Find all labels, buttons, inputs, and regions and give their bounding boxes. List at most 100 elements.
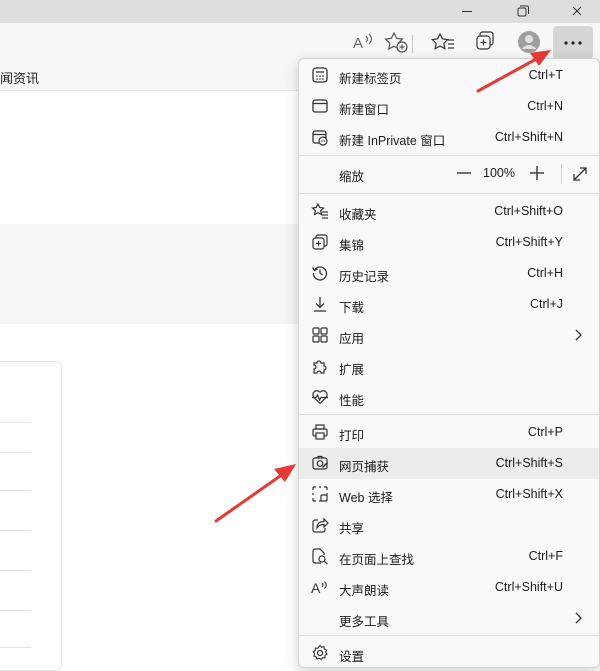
profile-icon: [518, 31, 540, 53]
more-icon: [564, 41, 582, 45]
menu-item-shortcut: Ctrl+J: [530, 297, 563, 311]
favorites-icon: [311, 202, 328, 219]
card-divider: [0, 610, 31, 611]
restore-button[interactable]: [500, 0, 546, 23]
print-icon: [312, 424, 328, 440]
more-button[interactable]: [553, 26, 593, 59]
menu-item-print[interactable]: 打印 Ctrl+P: [299, 417, 599, 448]
menu-item-favorites[interactable]: 收藏夹 Ctrl+Shift+O: [299, 196, 599, 227]
menu-item-extensions[interactable]: 扩展: [299, 351, 599, 382]
extensions-icon: [313, 360, 327, 374]
svg-text:A: A: [311, 580, 321, 596]
menu-item-label: 新建 InPrivate 窗口: [339, 134, 446, 148]
apps-icon: [312, 327, 328, 343]
settings-icon: [312, 644, 328, 661]
menu-item-label: 共享: [339, 522, 365, 536]
card-divider: [0, 530, 31, 531]
menu-item-new-window[interactable]: 新建窗口 Ctrl+N: [299, 91, 599, 122]
menu-separator: [299, 155, 599, 156]
zoom-value: 100%: [483, 166, 515, 180]
menu-item-shortcut: Ctrl+P: [527, 425, 563, 439]
new-window-icon: [312, 99, 328, 113]
menu-item-shortcut: Ctrl+T: [528, 68, 563, 82]
card-divider: [0, 647, 31, 648]
menu-item-label: 新建标签页: [339, 72, 402, 86]
read-aloud-icon: A: [311, 580, 327, 596]
add-favorite-icon: [384, 31, 408, 53]
menu-separator: [299, 193, 599, 194]
add-favorite-button[interactable]: [380, 27, 414, 57]
menu-item-zoom: 缩放 100%: [299, 158, 599, 189]
card-divider: [0, 452, 31, 453]
favorites-button[interactable]: [427, 27, 461, 57]
minimize-icon: [462, 11, 472, 12]
collections-icon: [312, 234, 328, 250]
menu-item-settings[interactable]: 设置: [299, 638, 599, 669]
menu-item-web-capture[interactable]: 网页捕获 Ctrl+Shift+S: [299, 448, 599, 479]
restore-icon: [517, 5, 529, 17]
menu-item-shortcut: Ctrl+Shift+X: [495, 487, 563, 501]
menu-item-find[interactable]: 在页面上查找 Ctrl+F: [299, 541, 599, 572]
menu-separator: [299, 635, 599, 636]
menu-item-label: 收藏夹: [339, 208, 377, 222]
menu-item-label: 新建窗口: [339, 103, 390, 117]
menu-item-shortcut: Ctrl+Shift+U: [494, 580, 563, 594]
menu-item-performance[interactable]: 性能: [299, 382, 599, 413]
menu-item-label: 性能: [339, 394, 365, 408]
fullscreen-icon[interactable]: [569, 163, 591, 185]
menu-item-read-aloud[interactable]: A 大声朗读 Ctrl+Shift+U: [299, 572, 599, 603]
browser-toolbar: A: [0, 23, 600, 61]
menu-item-label: 打印: [339, 429, 365, 443]
menu-item-share[interactable]: 共享: [299, 510, 599, 541]
menu-item-label: 扩展: [339, 363, 365, 377]
zoom-in-icon[interactable]: [526, 162, 548, 184]
menu-item-shortcut: Ctrl+Shift+O: [494, 204, 563, 218]
web-select-icon: [312, 486, 328, 502]
download-icon: [314, 297, 326, 312]
menu-separator: [299, 414, 599, 415]
settings-and-more-menu: 新建标签页 Ctrl+T 新建窗口 Ctrl+N 新建 InPrivate 窗口…: [298, 58, 600, 668]
menu-item-apps[interactable]: 应用: [299, 320, 599, 351]
favorites-bar-item[interactable]: 闻资讯: [0, 68, 39, 87]
new-tab-icon: [312, 67, 328, 83]
menu-item-label: 更多工具: [339, 615, 390, 629]
page-card: [0, 361, 62, 671]
menu-item-web-select[interactable]: Web 选择 Ctrl+Shift+X: [299, 479, 599, 510]
menu-item-history[interactable]: 历史记录 Ctrl+H: [299, 258, 599, 289]
history-icon: [311, 266, 328, 281]
menu-item-label: 下载: [339, 301, 365, 315]
menu-item-shortcut: Ctrl+Shift+S: [495, 456, 563, 470]
collections-button[interactable]: [468, 27, 502, 57]
chevron-right-icon: [575, 612, 582, 624]
menu-item-new-inprivate[interactable]: 新建 InPrivate 窗口 Ctrl+Shift+N: [299, 122, 599, 153]
favorites-icon: [431, 32, 454, 50]
zoom-divider: [561, 164, 562, 184]
profile-button[interactable]: [512, 27, 546, 57]
close-button[interactable]: [554, 0, 600, 23]
collections-icon: [476, 31, 494, 50]
read-aloud-icon: A: [353, 33, 373, 52]
svg-text:A: A: [353, 35, 363, 52]
toolbar-divider: [412, 35, 413, 53]
menu-item-more-tools[interactable]: 更多工具: [299, 603, 599, 634]
web-capture-icon: [312, 455, 328, 470]
menu-item-shortcut: Ctrl+H: [527, 266, 563, 280]
menu-item-shortcut: Ctrl+F: [528, 549, 563, 563]
card-divider: [0, 422, 31, 423]
chevron-right-icon: [575, 329, 582, 341]
menu-item-label: 历史记录: [339, 270, 390, 284]
performance-icon: [312, 390, 328, 405]
menu-item-label: Web 选择: [339, 491, 393, 505]
read-aloud-button[interactable]: A: [346, 27, 380, 57]
card-divider: [0, 570, 31, 571]
menu-item-downloads[interactable]: 下载 Ctrl+J: [299, 289, 599, 320]
menu-item-label: 在页面上查找: [339, 553, 415, 567]
menu-item-new-tab[interactable]: 新建标签页 Ctrl+T: [299, 60, 599, 91]
menu-item-label: 应用: [339, 332, 365, 346]
minimize-button[interactable]: [444, 0, 490, 23]
menu-item-collections[interactable]: 集锦 Ctrl+Shift+Y: [299, 227, 599, 258]
menu-item-label: 网页捕获: [339, 460, 390, 474]
zoom-out-icon[interactable]: [453, 162, 475, 184]
title-bar: [0, 0, 600, 23]
menu-item-shortcut: Ctrl+Shift+Y: [495, 235, 563, 249]
